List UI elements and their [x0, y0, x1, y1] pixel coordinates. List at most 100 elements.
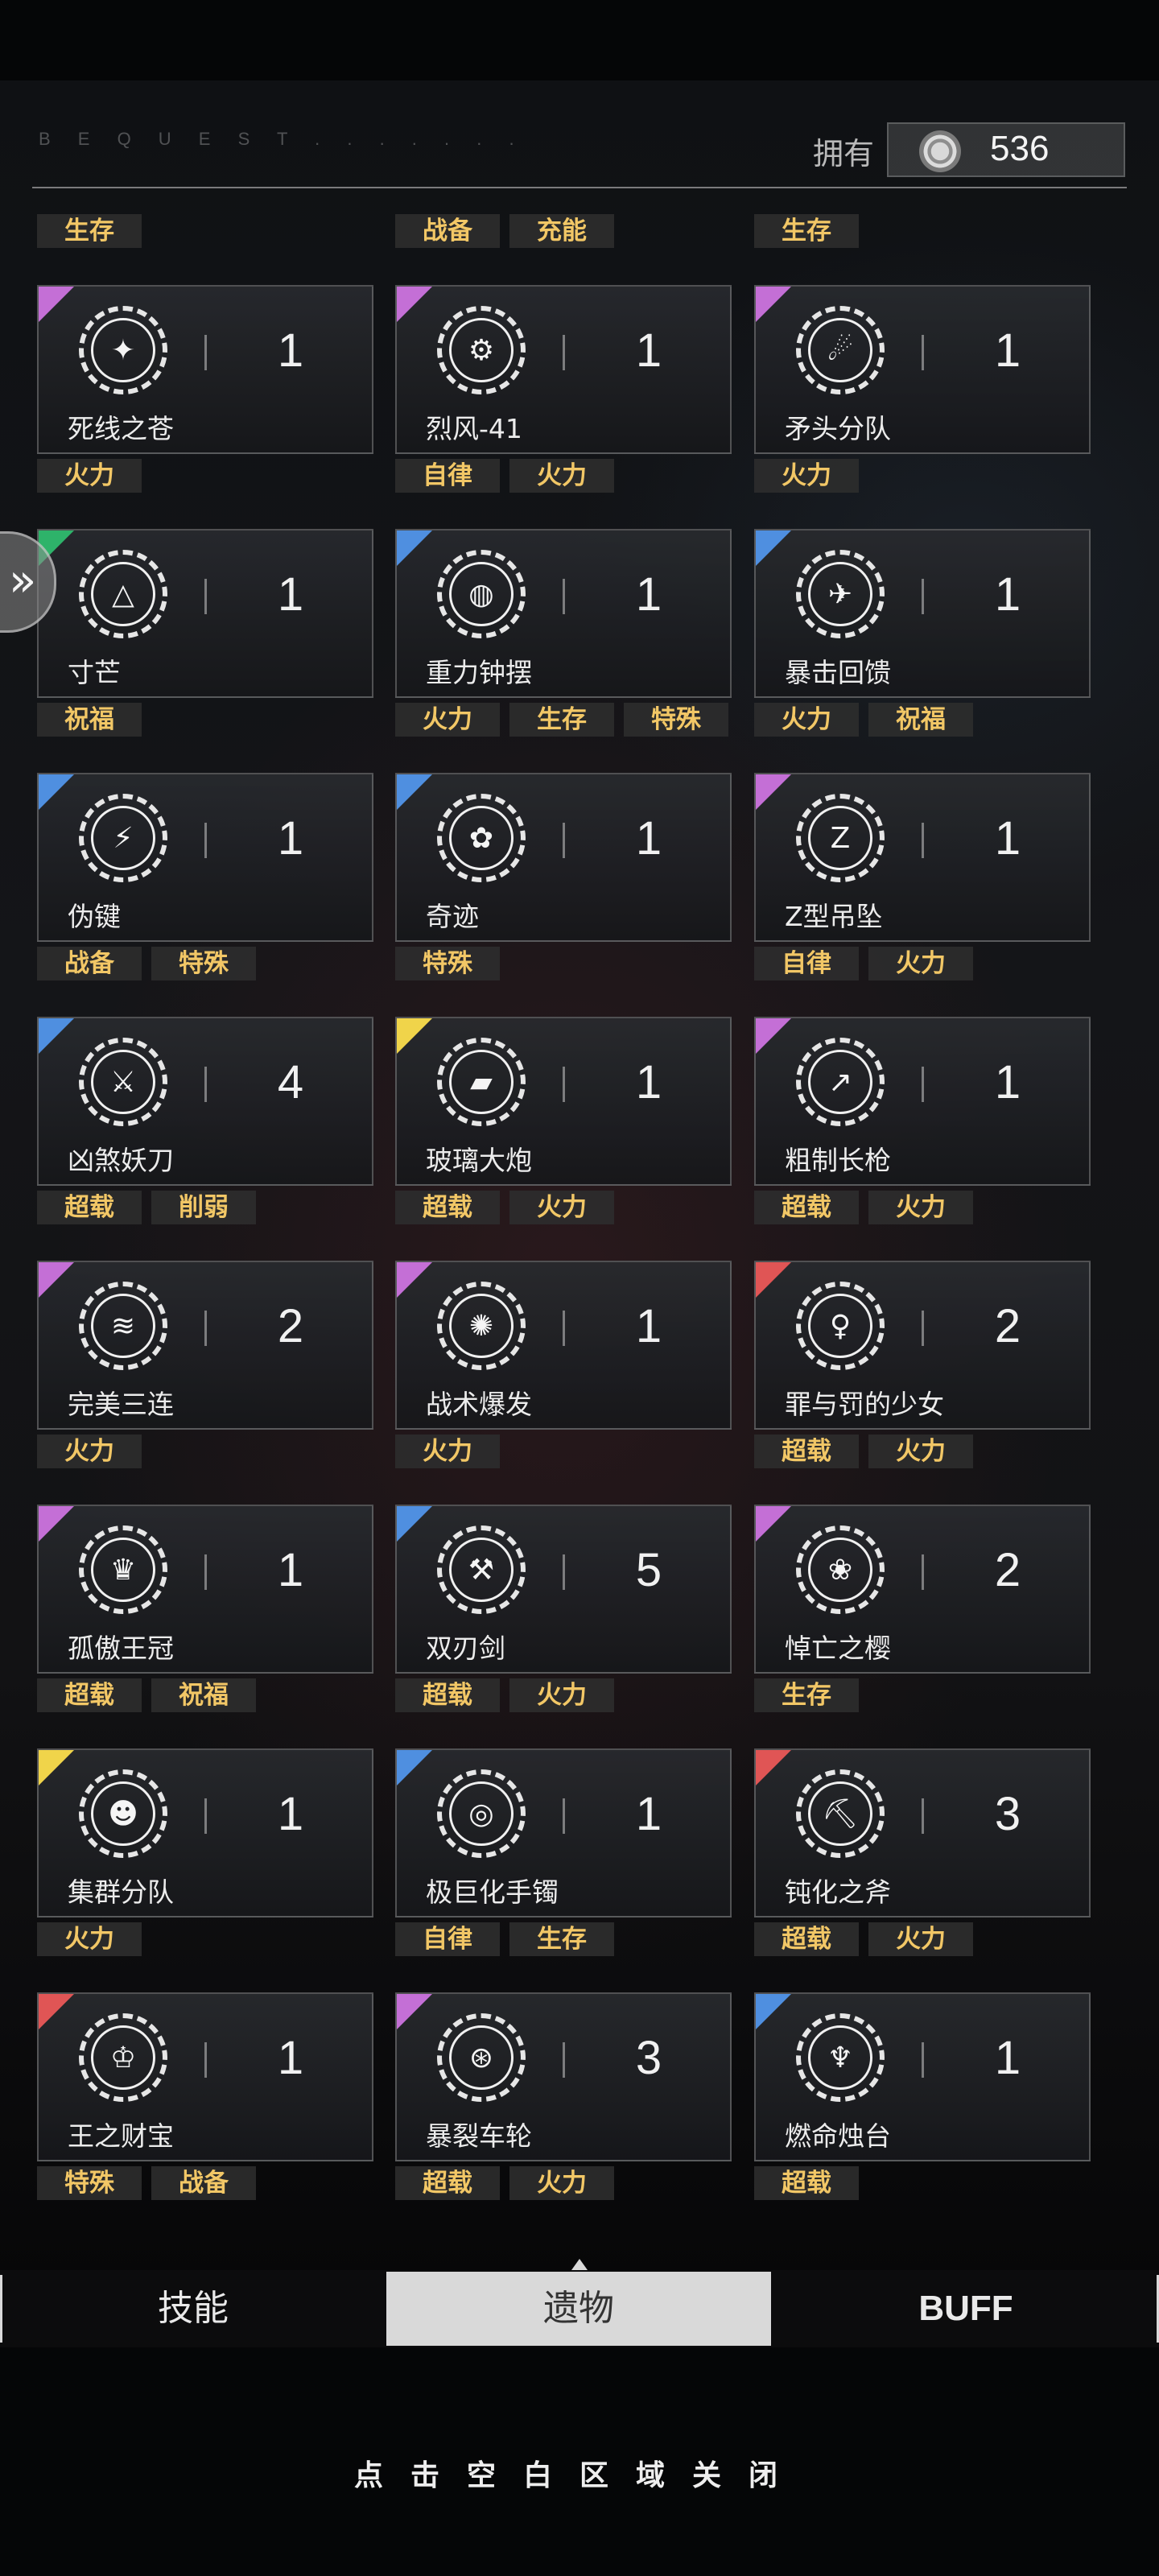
relic-card[interactable]: ⚙ 1 烈风-41 — [395, 285, 732, 454]
tag-label: 特殊 — [624, 703, 728, 737]
relic-icon-glyph: ⚔ — [91, 1050, 155, 1114]
card-divider — [922, 579, 924, 614]
relic-icon-glyph: ↗ — [808, 1050, 872, 1114]
relic-count: 1 — [277, 1788, 304, 1840]
relic-card[interactable]: ♀ 2 罪与罚的少女 — [754, 1261, 1091, 1430]
tab-relics[interactable]: 遗物 — [386, 2272, 771, 2346]
relic-card[interactable]: ↗ 1 粗制长枪 — [754, 1017, 1091, 1186]
rarity-corner — [397, 1994, 432, 2029]
card-divider — [204, 823, 207, 858]
rarity-corner — [397, 774, 432, 810]
tab-skills[interactable]: 技能 — [0, 2270, 386, 2347]
card-divider — [922, 2042, 924, 2078]
rarity-corner — [39, 287, 74, 322]
tag-label: 自律 — [395, 459, 500, 493]
relic-icon-glyph: ♛ — [91, 1538, 155, 1602]
relic-icon-glyph: ⚡ — [91, 806, 155, 870]
relic-name: Z型吊坠 — [785, 901, 883, 932]
card-divider — [922, 1311, 924, 1346]
sakura-icon: ❀ — [796, 1525, 885, 1614]
relic-icon-glyph: △ — [91, 562, 155, 626]
relic-card[interactable]: ⚔ 4 凶煞妖刀 — [37, 1017, 373, 1186]
relic-count: 1 — [994, 324, 1021, 377]
bomb-icon: ⚙ — [437, 306, 526, 394]
relic-card[interactable]: ☄ 1 矛头分队 — [754, 285, 1091, 454]
relic-count: 1 — [994, 568, 1021, 621]
relic-card[interactable]: ♔ 1 王之财宝 — [37, 1992, 373, 2161]
currency-display: 536 — [887, 122, 1125, 177]
relic-count: 1 — [635, 812, 662, 865]
card-divider — [563, 1067, 565, 1102]
relic-name: 矛头分队 — [785, 413, 891, 444]
relic-card[interactable]: ✿ 1 奇迹 — [395, 773, 732, 942]
relic-name: 极巨化手镯 — [426, 1876, 559, 1908]
card-divider — [204, 335, 207, 370]
relic-count: 2 — [994, 1544, 1021, 1596]
relic-card[interactable]: ◎ 1 极巨化手镯 — [395, 1748, 732, 1918]
relic-icon-glyph: ◎ — [449, 1781, 514, 1846]
relic-count: 2 — [994, 1300, 1021, 1352]
relic-card[interactable]: ✈ 1 暴击回馈 — [754, 529, 1091, 698]
tag-label: 超载 — [754, 1191, 859, 1224]
tag-label: 火力 — [37, 1435, 142, 1468]
relic-card[interactable]: ⛏ 3 钝化之斧 — [754, 1748, 1091, 1918]
tab-buff[interactable]: BUFF — [773, 2270, 1159, 2347]
card-divider — [204, 2042, 207, 2078]
tag-label: 特殊 — [151, 947, 256, 980]
tag-label: 战备 — [151, 2166, 256, 2200]
rarity-corner — [39, 1018, 74, 1054]
tag-label: 火力 — [509, 459, 614, 493]
rarity-corner — [39, 1750, 74, 1785]
relic-icon-glyph: ◍ — [449, 562, 514, 626]
relic-card[interactable]: ✦ 1 死线之苍 — [37, 285, 373, 454]
rarity-corner — [397, 1506, 432, 1542]
tag-label: 超载 — [37, 1191, 142, 1224]
tag-label: 火力 — [395, 1435, 500, 1468]
relic-name: 孤傲王冠 — [68, 1633, 174, 1664]
rarity-corner — [756, 1750, 791, 1785]
card-divider — [563, 1798, 565, 1834]
relic-icon-glyph: ≋ — [91, 1294, 155, 1358]
tag-label: 超载 — [395, 1678, 500, 1712]
rarity-corner — [756, 530, 791, 566]
relic-count: 1 — [635, 1788, 662, 1840]
tag-label: 生存 — [509, 703, 614, 737]
relic-name: 双刃剑 — [426, 1633, 505, 1664]
cannon-icon: ▰ — [437, 1038, 526, 1126]
relic-count: 2 — [277, 1300, 304, 1352]
relic-card[interactable]: ✺ 1 战术爆发 — [395, 1261, 732, 1430]
relic-card[interactable]: ❀ 2 悼亡之樱 — [754, 1505, 1091, 1674]
relic-name: 重力钟摆 — [426, 657, 532, 688]
relic-card[interactable]: ⊛ 3 暴裂车轮 — [395, 1992, 732, 2161]
card-divider — [922, 1798, 924, 1834]
relic-card[interactable]: ☻ 1 集群分队 — [37, 1748, 373, 1918]
relic-card[interactable]: ⚒ 5 双刃剑 — [395, 1505, 732, 1674]
close-hint[interactable]: 点击空白区域关闭 — [0, 2452, 1159, 2494]
relic-card[interactable]: ≋ 2 完美三连 — [37, 1261, 373, 1430]
card-divider — [204, 1554, 207, 1590]
relic-name: 钝化之斧 — [785, 1876, 891, 1908]
tag-label: 超载 — [754, 1922, 859, 1956]
relic-card[interactable]: ♆ 1 燃命烛台 — [754, 1992, 1091, 2161]
relic-count: 1 — [635, 324, 662, 377]
relic-card[interactable]: ⚡ 1 伪键 — [37, 773, 373, 942]
card-divider — [563, 335, 565, 370]
relic-count: 5 — [635, 1544, 662, 1596]
relic-card[interactable]: ▰ 1 玻璃大炮 — [395, 1017, 732, 1186]
relic-card[interactable]: ◍ 1 重力钟摆 — [395, 529, 732, 698]
relic-card[interactable]: Z 1 Z型吊坠 — [754, 773, 1091, 942]
crown-icon: ♛ — [79, 1525, 167, 1614]
relic-icon-glyph: ⛏ — [808, 1781, 872, 1846]
relic-card[interactable]: ♛ 1 孤傲王冠 — [37, 1505, 373, 1674]
relic-card[interactable]: △ 1 寸芒 — [37, 529, 373, 698]
relic-name: 伪键 — [68, 901, 121, 932]
rarity-corner — [756, 287, 791, 322]
relic-count: 3 — [635, 2032, 662, 2084]
relic-icon-glyph: ✦ — [91, 318, 155, 382]
relic-count: 1 — [277, 2032, 304, 2084]
tag-label: 超载 — [754, 1435, 859, 1468]
tag-label: 生存 — [754, 214, 859, 248]
tag-label: 战备 — [395, 214, 500, 248]
card-divider — [563, 1311, 565, 1346]
tag-label: 祝福 — [37, 703, 142, 737]
